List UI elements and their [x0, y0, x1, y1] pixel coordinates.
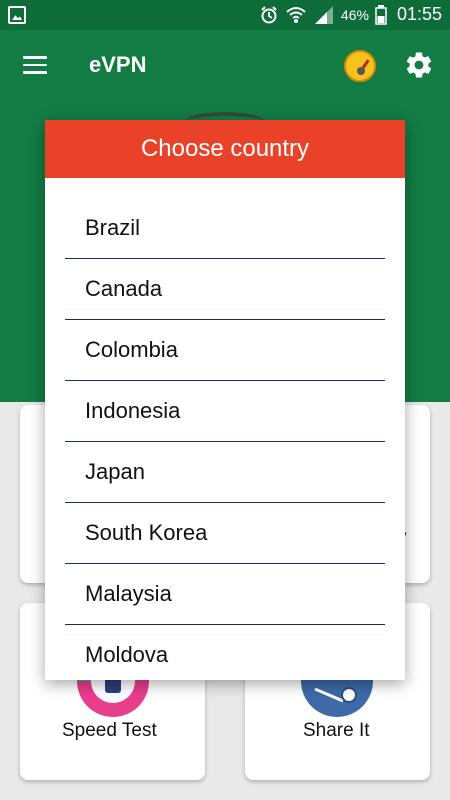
status-time: 01:55: [396, 4, 442, 24]
alarm-icon: [261, 5, 277, 23]
speed-test-label: Speed Test: [62, 720, 157, 741]
country-item[interactable]: Malaysia: [65, 564, 385, 625]
menu-icon[interactable]: [23, 56, 47, 74]
country-item[interactable]: Colombia: [65, 320, 385, 381]
share-it-label: Share It: [303, 720, 370, 741]
country-item[interactable]: Moldova: [65, 625, 385, 680]
status-bar: 46% 01:55: [0, 0, 450, 30]
country-item[interactable]: Brazil: [65, 198, 385, 259]
settings-icon[interactable]: [404, 50, 434, 80]
country-list[interactable]: Brazil Canada Colombia Indonesia Japan S…: [45, 198, 405, 680]
country-item[interactable]: South Korea: [65, 503, 385, 564]
country-item[interactable]: Canada: [65, 259, 385, 320]
app-bar: eVPN: [0, 30, 450, 102]
dialog-title: Choose country: [45, 120, 405, 178]
battery-percent: 46%: [340, 6, 369, 23]
app-title: eVPN: [89, 52, 147, 77]
wifi-icon: [286, 6, 306, 23]
signal-icon: [314, 5, 333, 24]
status-icons: 46% 01:55: [259, 4, 442, 25]
country-item[interactable]: Indonesia: [65, 381, 385, 442]
choose-country-dialog: Choose country Brazil Canada Colombia In…: [45, 120, 405, 680]
country-item[interactable]: Japan: [65, 442, 385, 503]
speedometer-icon[interactable]: [344, 50, 376, 82]
gallery-notification-icon: [8, 6, 26, 24]
battery-icon: [375, 4, 387, 25]
